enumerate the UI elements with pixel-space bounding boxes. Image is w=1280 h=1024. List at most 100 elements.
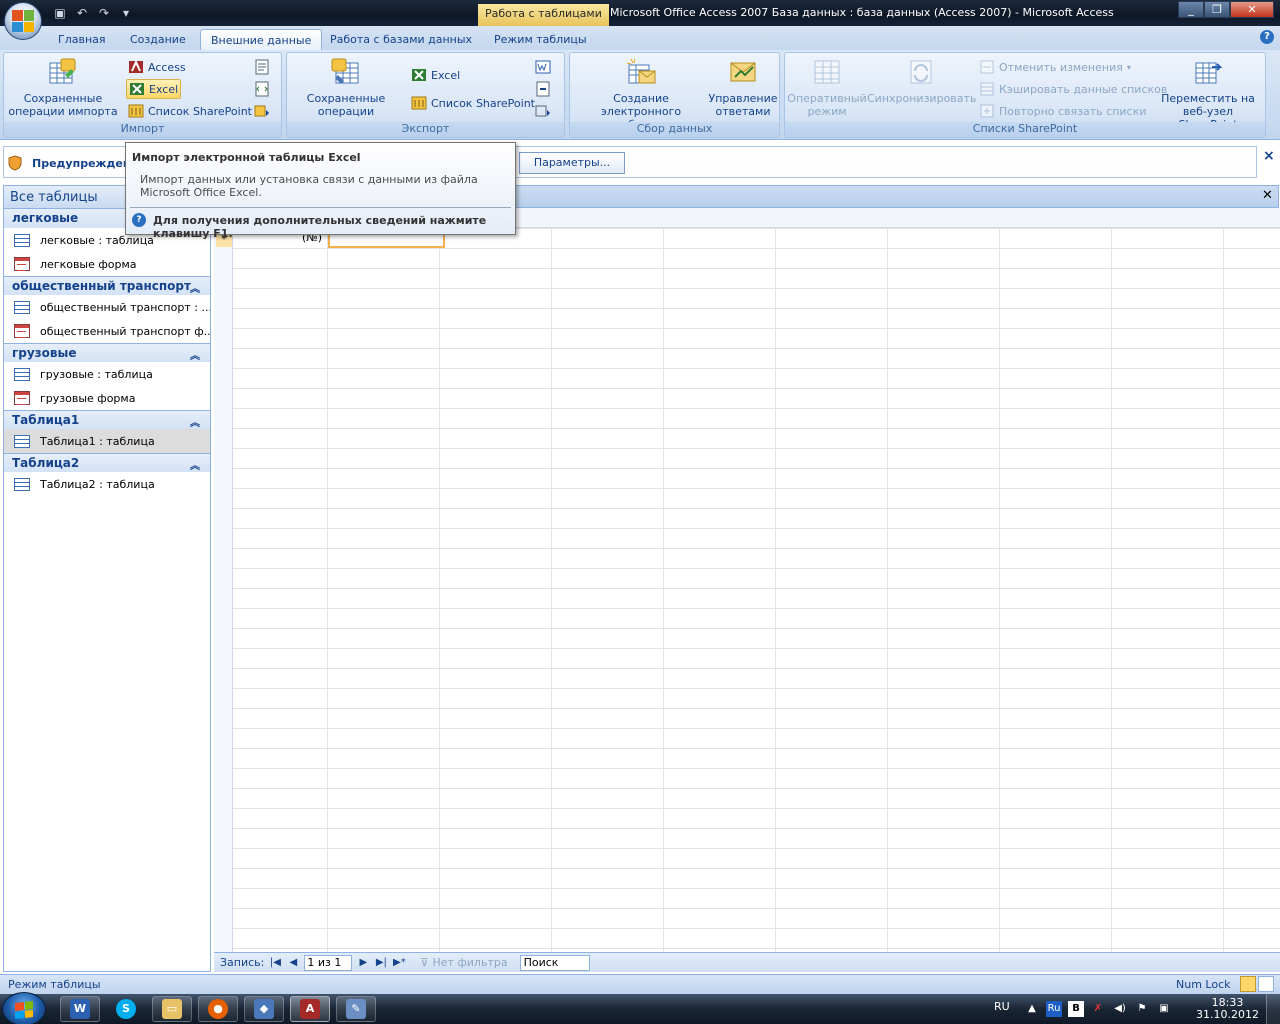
saved-exports-button[interactable]: Сохраненные операции экспорта bbox=[291, 57, 401, 131]
export-excel-button[interactable]: Excel bbox=[409, 65, 462, 85]
taskbar-access[interactable]: A bbox=[290, 996, 330, 1022]
discard-changes-button[interactable]: Отменить изменения ▾ bbox=[977, 57, 1133, 77]
nav-item-table[interactable]: грузовые : таблица bbox=[4, 362, 210, 386]
tab-datasheet[interactable]: Режим таблицы bbox=[484, 29, 597, 50]
export-pdf-icon[interactable] bbox=[535, 81, 551, 97]
nav-item-table[interactable]: общественный транспорт : ... bbox=[4, 295, 210, 319]
group-sharepoint-label: Списки SharePoint bbox=[785, 122, 1265, 137]
current-record-input[interactable]: 1 из 1 bbox=[304, 954, 353, 971]
nav-group-header[interactable]: общественный транспорт ︽ bbox=[4, 276, 210, 295]
nav-group-header[interactable]: Таблица1 ︽ bbox=[4, 410, 210, 429]
help-icon: ? bbox=[132, 213, 146, 227]
import-excel-button[interactable]: Excel bbox=[126, 79, 182, 99]
relink-lists-button[interactable]: Повторно связать списки bbox=[977, 101, 1148, 121]
create-email-button[interactable]: Создание электронного сообщения bbox=[574, 57, 708, 131]
import-xml-icon[interactable] bbox=[254, 81, 270, 97]
import-more-icon[interactable] bbox=[254, 103, 270, 119]
network-icon[interactable]: ▣ bbox=[1156, 1001, 1172, 1017]
row-selector-column[interactable] bbox=[214, 208, 233, 952]
tab-external-data[interactable]: Внешние данные bbox=[200, 29, 323, 50]
new-record-icon[interactable]: ▶* bbox=[392, 957, 406, 968]
taskbar-app[interactable]: ◆ bbox=[244, 996, 284, 1022]
nav-item-form[interactable]: грузовые форма bbox=[4, 386, 210, 410]
previous-record-icon[interactable]: ◀ bbox=[286, 957, 300, 968]
datasheet-view-icon[interactable] bbox=[1240, 976, 1256, 992]
taskbar-explorer[interactable]: ▭ bbox=[152, 996, 192, 1022]
nav-group-label: общественный транспорт bbox=[12, 279, 191, 293]
customize-qat-icon[interactable]: ▾ bbox=[118, 5, 134, 21]
export-sharepoint-button[interactable]: Список SharePoint bbox=[409, 93, 537, 113]
tab-create[interactable]: Создание bbox=[120, 29, 196, 50]
action-center-flag-icon[interactable]: ⚑ bbox=[1134, 1001, 1150, 1017]
last-record-icon[interactable]: ▶| bbox=[374, 957, 388, 968]
first-record-icon[interactable]: |◀ bbox=[268, 957, 282, 968]
clock[interactable]: 18:33 31.10.2012 bbox=[1196, 997, 1259, 1021]
save-icon[interactable]: ▣ bbox=[52, 5, 68, 21]
language-indicator[interactable]: RU bbox=[994, 1000, 1010, 1013]
export-more-icon[interactable] bbox=[535, 103, 551, 119]
nav-item-form[interactable]: легковые форма bbox=[4, 252, 210, 276]
start-button[interactable] bbox=[2, 992, 46, 1024]
navigation-pane: Все таблицы легковые легковые : таблица … bbox=[3, 185, 211, 972]
minimize-button[interactable]: _ bbox=[1178, 1, 1204, 18]
help-icon[interactable]: ? bbox=[1260, 30, 1274, 44]
show-hidden-icons-icon[interactable]: ▲ bbox=[1024, 1001, 1040, 1017]
taskbar-skype[interactable]: S bbox=[106, 996, 146, 1022]
form-icon bbox=[14, 391, 30, 405]
nav-group-header[interactable]: Таблица2 ︽ bbox=[4, 453, 210, 472]
close-document-icon[interactable]: ✕ bbox=[1262, 188, 1273, 203]
tab-home[interactable]: Главная bbox=[48, 29, 116, 50]
synchronize-button[interactable]: Синхронизировать bbox=[867, 57, 976, 105]
b-app-icon[interactable]: B bbox=[1068, 1001, 1084, 1017]
relink-lists-icon bbox=[980, 104, 994, 118]
import-sharepoint-button[interactable]: Список SharePoint bbox=[126, 101, 254, 121]
close-button[interactable]: ✕ bbox=[1230, 1, 1274, 18]
show-desktop-button[interactable] bbox=[1266, 994, 1280, 1024]
numlock-indicator: Num Lock bbox=[1176, 978, 1231, 991]
collapse-icon[interactable]: ︽ bbox=[190, 457, 200, 472]
nav-item-form[interactable]: общественный транспорт ф... bbox=[4, 319, 210, 343]
import-text-icon[interactable] bbox=[254, 59, 270, 75]
close-warning-button[interactable]: × bbox=[1263, 148, 1275, 164]
pivot-view-icon[interactable] bbox=[1258, 976, 1274, 992]
network-disabled-icon[interactable]: ✗ bbox=[1090, 1001, 1106, 1017]
nav-group-header[interactable]: грузовые ︽ bbox=[4, 343, 210, 362]
offline-mode-button[interactable]: Оперативный режим bbox=[787, 57, 867, 118]
nav-item-table-selected[interactable]: Таблица1 : таблица bbox=[4, 429, 210, 453]
table-icon bbox=[14, 477, 30, 491]
cache-list-data-button[interactable]: Кэшировать данные списков bbox=[977, 79, 1169, 99]
search-input[interactable]: Поиск bbox=[519, 954, 590, 971]
sharepoint-list-icon bbox=[128, 104, 144, 118]
ribbon-tabs: Главная Создание Внешние данные Работа с… bbox=[0, 26, 1280, 50]
taskbar-paint[interactable]: ✎ bbox=[336, 996, 376, 1022]
collapse-icon[interactable]: ︽ bbox=[190, 414, 200, 429]
saved-imports-label: Сохраненные операции импорта bbox=[8, 92, 118, 118]
taskbar-firefox[interactable]: ● bbox=[198, 996, 238, 1022]
volume-icon[interactable]: ◀) bbox=[1112, 1001, 1128, 1017]
taskbar-word[interactable]: W bbox=[60, 996, 100, 1022]
export-word-icon[interactable] bbox=[535, 59, 551, 75]
import-access-button[interactable]: Access bbox=[126, 57, 188, 77]
table-icon bbox=[14, 300, 30, 314]
nav-item-label: Таблица2 : таблица bbox=[40, 477, 155, 491]
next-record-icon[interactable]: ▶ bbox=[356, 957, 370, 968]
move-to-sharepoint-button[interactable]: Переместить на веб-узел SharePoint bbox=[1153, 57, 1263, 131]
filter-indicator[interactable]: ⊽ Нет фильтра bbox=[420, 956, 507, 969]
undo-icon[interactable]: ↶ bbox=[74, 5, 90, 21]
synchronize-icon bbox=[910, 60, 932, 84]
nav-item-label: общественный транспорт : ... bbox=[40, 300, 210, 314]
collapse-icon[interactable]: ︽ bbox=[190, 280, 200, 295]
options-button[interactable]: Параметры... bbox=[519, 152, 625, 174]
manage-replies-button[interactable]: Управление ответами bbox=[706, 57, 780, 118]
office-button[interactable] bbox=[4, 2, 42, 40]
tab-database-tools[interactable]: Работа с базами данных bbox=[320, 29, 482, 50]
keyboard-layout-icon[interactable]: Ru bbox=[1046, 1001, 1062, 1017]
redo-icon[interactable]: ↷ bbox=[96, 5, 112, 21]
datasheet-grid[interactable]: * (№) bbox=[214, 208, 1280, 952]
relink-lists-label: Повторно связать списки bbox=[999, 104, 1147, 118]
maximize-button[interactable]: ❐ bbox=[1204, 1, 1230, 18]
saved-imports-button[interactable]: Сохраненные операции импорта bbox=[8, 57, 118, 118]
nav-item-table[interactable]: Таблица2 : таблица bbox=[4, 472, 210, 496]
collapse-icon[interactable]: ︽ bbox=[190, 347, 200, 362]
tooltip-help-text: Для получения дополнительных сведений на… bbox=[153, 214, 487, 240]
